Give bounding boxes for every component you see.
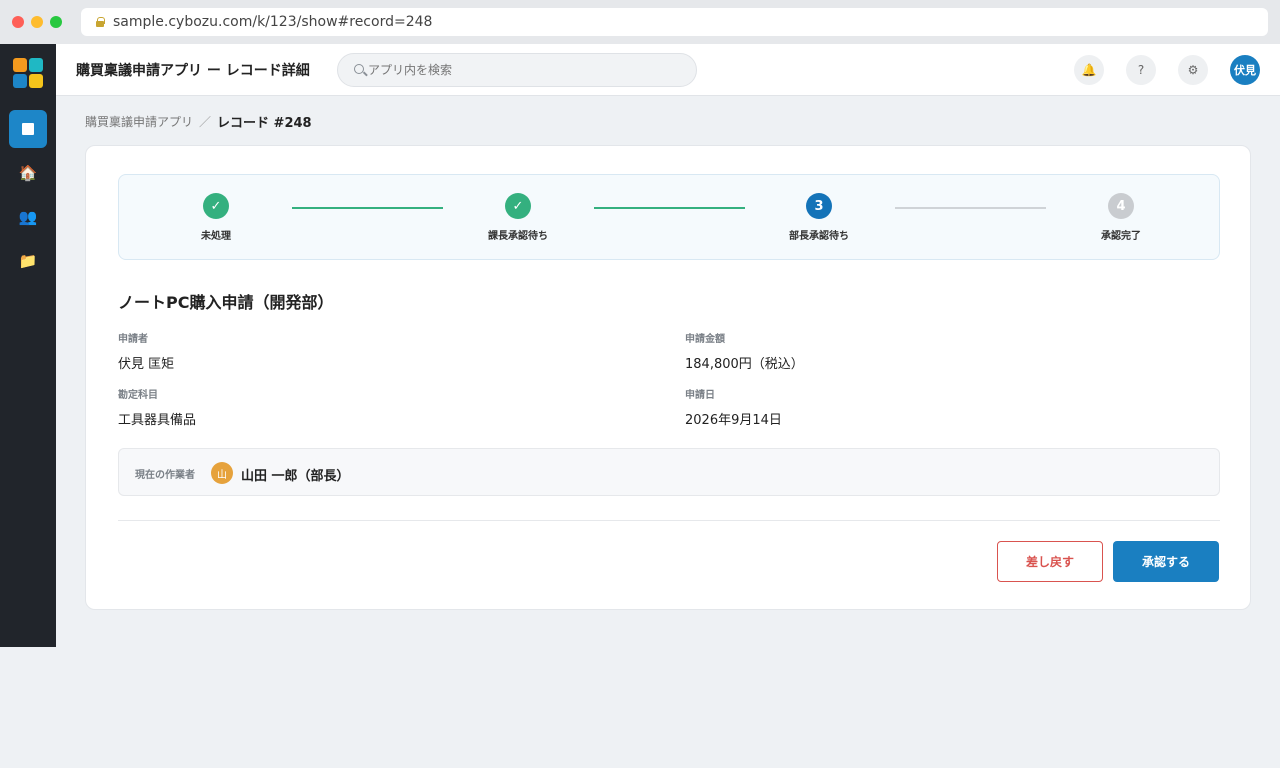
page-title: 購買稟議申請アプリ ー レコード詳細: [76, 63, 310, 79]
home-icon: 🏠: [18, 164, 38, 182]
breadcrumb: 購買稟議申請アプリ ／ レコード #248: [85, 112, 312, 131]
maximize-window-button[interactable]: [50, 16, 62, 28]
field-amount: 申請金額 184,800円（税込）: [685, 330, 804, 372]
workflow-step-4: 4 承認完了: [1061, 193, 1181, 242]
record-title: ノートPC購入申請（開発部）: [118, 293, 334, 312]
current-assignee-panel: 現在の作業者 山 山田 一郎（部長）: [118, 448, 1220, 496]
workflow-step-label: 課長承認待ち: [488, 231, 548, 242]
address-bar[interactable]: sample.cybozu.com/k/123/show#record=248: [81, 8, 1268, 36]
breadcrumb-current: レコード #248: [217, 116, 312, 131]
workflow-progress: ✓ 未処理 ✓ 課長承認待ち 3 部長承認待ち 4 承認完了: [118, 174, 1220, 260]
field-value: 2026年9月14日: [685, 413, 782, 428]
field-label: 申請金額: [685, 334, 725, 345]
field-label: 申請者: [118, 334, 148, 345]
logo-tile-yellow: [29, 74, 43, 88]
workflow-connector: [895, 207, 1046, 209]
help-button[interactable]: ?: [1126, 55, 1156, 85]
settings-button[interactable]: ⚙: [1178, 55, 1208, 85]
lock-icon: [95, 17, 105, 27]
minimize-window-button[interactable]: [31, 16, 43, 28]
assignee-avatar: 山: [211, 462, 233, 484]
field-value: 工具器具備品: [118, 413, 197, 428]
field-value: 伏見 匡矩: [118, 357, 175, 372]
browser-chrome: sample.cybozu.com/k/123/show#record=248: [0, 0, 1280, 44]
logo-tile-teal: [29, 58, 43, 72]
field-label: 申請日: [685, 390, 715, 401]
workflow-step-label: 未処理: [201, 231, 231, 242]
logo-tile-blue: [13, 74, 27, 88]
people-icon: 👥: [18, 208, 38, 226]
app-icon: [22, 123, 34, 135]
bell-icon: 🔔: [1081, 63, 1097, 77]
step-number-badge: 4: [1108, 193, 1134, 219]
approve-button[interactable]: 承認する: [1113, 541, 1219, 582]
workflow-step-label: 部長承認待ち: [789, 231, 849, 242]
workflow-connector: [292, 207, 443, 209]
gear-icon: ⚙: [1187, 63, 1199, 77]
workflow-step-label: 承認完了: [1101, 231, 1141, 242]
field-account: 勘定科目 工具器具備品: [118, 386, 196, 428]
url-text: sample.cybozu.com/k/123/show#record=248: [113, 14, 433, 30]
search-icon: [354, 64, 364, 74]
kintone-logo-icon[interactable]: [13, 58, 43, 88]
user-avatar[interactable]: 伏見: [1230, 55, 1260, 85]
app-header: 購買稟議申請アプリ ー レコード詳細 🔔 ? ⚙ 伏見: [56, 44, 1280, 96]
sidebar-item-folder[interactable]: 📁: [9, 242, 47, 280]
sidebar: 🏠 👥 📁: [0, 44, 56, 647]
workflow-step-3: 3 部長承認待ち: [759, 193, 879, 242]
record-card: ✓ 未処理 ✓ 課長承認待ち 3 部長承認待ち 4 承認完了 ノートPC購入申請…: [85, 145, 1251, 610]
search-input[interactable]: [337, 53, 697, 87]
logo-tile-orange: [13, 58, 27, 72]
assignee-label: 現在の作業者: [135, 470, 195, 481]
sidebar-item-people[interactable]: 👥: [9, 198, 47, 236]
assignee-name: 山田 一郎（部長）: [241, 469, 350, 484]
field-applicant: 申請者 伏見 匡矩: [118, 330, 174, 372]
workflow-connector: [594, 207, 745, 209]
step-number-badge: 3: [806, 193, 832, 219]
notification-button[interactable]: 🔔: [1074, 55, 1104, 85]
check-icon: ✓: [203, 193, 229, 219]
sidebar-item-home[interactable]: 🏠: [9, 154, 47, 192]
breadcrumb-separator: ／: [199, 115, 212, 129]
send-back-button[interactable]: 差し戻す: [997, 541, 1103, 582]
workflow-step-2: ✓ 課長承認待ち: [458, 193, 578, 242]
help-icon: ?: [1137, 63, 1145, 77]
field-date: 申請日 2026年9月14日: [685, 386, 782, 428]
field-label: 勘定科目: [118, 390, 158, 401]
sidebar-item-app[interactable]: [9, 110, 47, 148]
divider: [118, 520, 1220, 521]
field-value: 184,800円（税込）: [685, 357, 804, 372]
breadcrumb-app-link[interactable]: 購買稟議申請アプリ: [85, 113, 193, 130]
workflow-step-1: ✓ 未処理: [156, 193, 276, 242]
folder-icon: 📁: [18, 252, 38, 270]
close-window-button[interactable]: [12, 16, 24, 28]
check-icon: ✓: [505, 193, 531, 219]
